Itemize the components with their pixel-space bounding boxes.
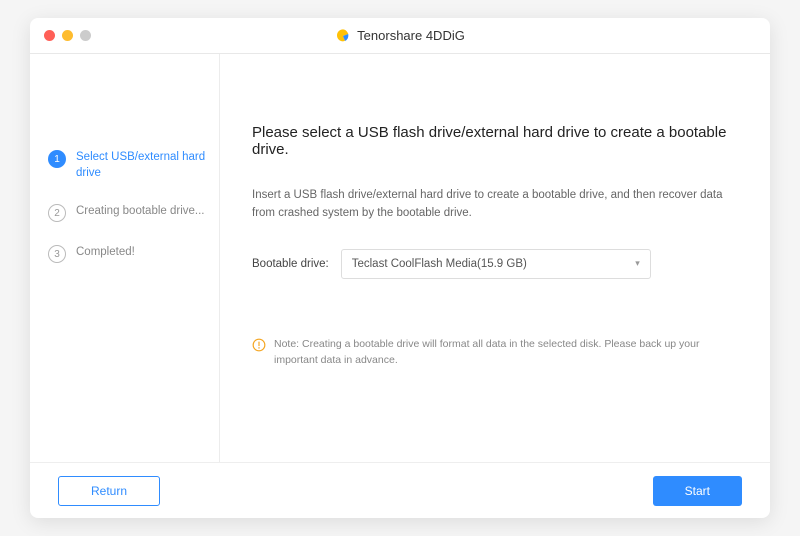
page-heading: Please select a USB flash drive/external… bbox=[252, 124, 730, 158]
dropdown-row: Bootable drive: Teclast CoolFlash Media(… bbox=[252, 249, 730, 279]
sidebar-step-select-drive[interactable]: 1 Select USB/external hard drive bbox=[48, 149, 209, 181]
main-content: Please select a USB flash drive/external… bbox=[220, 54, 770, 462]
start-button[interactable]: Start bbox=[653, 476, 742, 506]
chevron-down-icon: ▾ bbox=[635, 258, 640, 269]
titlebar: Tenorshare 4DDiG bbox=[30, 18, 770, 54]
sidebar: 1 Select USB/external hard drive 2 Creat… bbox=[30, 54, 220, 462]
dropdown-selected-value: Teclast CoolFlash Media(15.9 GB) bbox=[352, 258, 527, 270]
app-title-container: Tenorshare 4DDiG bbox=[30, 28, 770, 44]
note-box: Note: Creating a bootable drive will for… bbox=[252, 337, 730, 369]
minimize-icon[interactable] bbox=[62, 30, 73, 41]
body: 1 Select USB/external hard drive 2 Creat… bbox=[30, 54, 770, 462]
dropdown-label: Bootable drive: bbox=[252, 258, 329, 270]
step-number-badge: 3 bbox=[48, 245, 66, 263]
sidebar-step-completed: 3 Completed! bbox=[48, 244, 209, 263]
note-text: Note: Creating a bootable drive will for… bbox=[274, 337, 730, 369]
footer: Return Start bbox=[30, 462, 770, 518]
app-logo-icon bbox=[335, 28, 351, 44]
step-number-badge: 2 bbox=[48, 204, 66, 222]
step-label: Creating bootable drive... bbox=[76, 203, 205, 219]
return-button[interactable]: Return bbox=[58, 476, 160, 506]
window-controls bbox=[30, 30, 91, 41]
page-description: Insert a USB flash drive/external hard d… bbox=[252, 186, 730, 223]
app-window: Tenorshare 4DDiG 1 Select USB/external h… bbox=[30, 18, 770, 518]
app-title: Tenorshare 4DDiG bbox=[357, 28, 465, 43]
bootable-drive-dropdown[interactable]: Teclast CoolFlash Media(15.9 GB) ▾ bbox=[341, 249, 651, 279]
sidebar-step-creating: 2 Creating bootable drive... bbox=[48, 203, 209, 222]
warning-icon bbox=[252, 338, 266, 352]
step-label: Completed! bbox=[76, 244, 135, 260]
close-icon[interactable] bbox=[44, 30, 55, 41]
step-number-badge: 1 bbox=[48, 150, 66, 168]
maximize-icon[interactable] bbox=[80, 30, 91, 41]
step-label: Select USB/external hard drive bbox=[76, 149, 209, 181]
